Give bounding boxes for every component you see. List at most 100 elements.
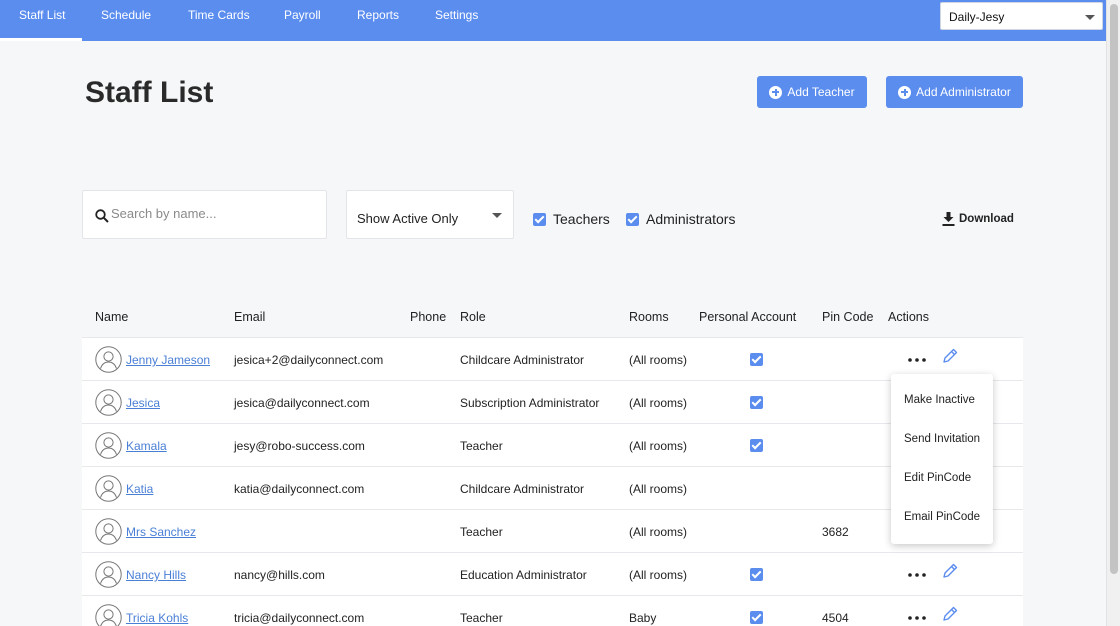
avatar-icon (95, 432, 122, 459)
administrators-checkbox-label: Administrators (646, 211, 736, 227)
staff-name-link[interactable]: Mrs Sanchez (126, 525, 196, 539)
teachers-checkbox[interactable] (533, 213, 546, 226)
staff-rooms: (All rooms) (629, 353, 688, 367)
avatar-icon (95, 389, 122, 416)
download-button[interactable]: Download (942, 211, 1014, 227)
download-label: Download (959, 213, 1014, 225)
avatar-icon (95, 346, 122, 373)
status-filter-value: Show Active Only (357, 211, 459, 226)
nav-settings[interactable]: Settings (435, 0, 478, 41)
download-icon (942, 212, 955, 226)
table-row: Jesica jesica@dailyconnect.com Subscriptio… (82, 381, 1023, 424)
col-rooms[interactable]: Rooms (629, 310, 669, 324)
nav-time-cards[interactable]: Time Cards (188, 0, 250, 41)
nav-staff-list[interactable]: Staff List (0, 0, 82, 41)
staff-email: jesica@dailyconnect.com (234, 396, 370, 410)
menu-edit-pincode[interactable]: Edit PinCode (904, 472, 971, 484)
staff-rooms: (All rooms) (629, 482, 688, 496)
status-filter-select[interactable]: Show Active Only (346, 190, 514, 239)
personal-account-checkbox[interactable] (750, 396, 763, 409)
avatar-icon (95, 518, 122, 545)
col-actions: Actions (888, 310, 929, 324)
staff-role: Subscription Administrator (460, 396, 600, 410)
col-phone[interactable]: Phone (410, 310, 446, 324)
page-title: Staff List (85, 76, 214, 109)
add-administrator-label: Add Administrator (916, 85, 1011, 99)
menu-email-pincode[interactable]: Email PinCode (904, 511, 980, 523)
staff-email: tricia@dailyconnect.com (234, 611, 365, 625)
staff-pin-code: 4504 (822, 611, 849, 625)
table-row: Jenny Jameson jesica+2@dailyconnect.com Ch… (82, 338, 1023, 381)
staff-name-link[interactable]: Katia (126, 482, 153, 496)
staff-rooms: Baby (629, 611, 657, 625)
more-options-icon[interactable] (908, 573, 926, 577)
nav-reports[interactable]: Reports (357, 0, 399, 41)
staff-rooms: (All rooms) (629, 525, 688, 539)
staff-rooms: (All rooms) (629, 439, 688, 453)
staff-name-link[interactable]: Jesica (126, 396, 160, 410)
staff-name-link[interactable]: Jenny Jameson (126, 353, 210, 367)
table-row: Katia katia@dailyconnect.com Childcare Adm… (82, 467, 1023, 510)
staff-name-link[interactable]: Tricia Kohls (126, 611, 188, 625)
plus-circle-icon (898, 85, 912, 99)
table-row: Mrs Sanchez Teacher (All rooms) 3682 (82, 510, 1023, 553)
staff-role: Childcare Administrator (460, 482, 585, 496)
account-select-value: Daily-Jesy (949, 10, 1005, 24)
administrators-checkbox[interactable] (626, 213, 639, 226)
more-options-icon[interactable] (908, 616, 926, 620)
table-row: Nancy Hills nancy@hills.com Education Admi… (82, 553, 1023, 596)
personal-account-checkbox[interactable] (750, 439, 763, 452)
staff-role: Teacher (460, 525, 503, 539)
staff-email: jesica+2@dailyconnect.com (234, 353, 384, 367)
staff-role: Education Administrator (460, 568, 587, 582)
teachers-checkbox-label: Teachers (553, 211, 610, 227)
edit-pencil-icon[interactable] (942, 563, 958, 579)
staff-email: katia@dailyconnect.com (234, 482, 365, 496)
col-personal-account[interactable]: Personal Account (699, 310, 796, 324)
search-input[interactable] (111, 206, 311, 221)
avatar-icon (95, 561, 122, 588)
personal-account-checkbox[interactable] (750, 568, 763, 581)
col-pin-code[interactable]: Pin Code (822, 310, 873, 324)
more-options-icon[interactable] (908, 358, 926, 362)
avatar-icon (95, 475, 122, 502)
plus-circle-icon (769, 85, 783, 99)
table-row: Tricia Kohls tricia@dailyconnect.com Teach… (82, 596, 1023, 626)
col-email[interactable]: Email (234, 310, 265, 324)
staff-role: Teacher (460, 439, 503, 453)
personal-account-checkbox[interactable] (750, 353, 763, 366)
chevron-down-icon (492, 213, 502, 218)
nav-schedule[interactable]: Schedule (101, 0, 151, 41)
search-box[interactable] (82, 190, 327, 239)
add-teacher-button[interactable]: Add Teacher (757, 76, 867, 108)
col-role[interactable]: Role (460, 310, 486, 324)
menu-make-inactive[interactable]: Make Inactive (904, 394, 975, 406)
staff-name-link[interactable]: Nancy Hills (126, 568, 186, 582)
staff-role: Childcare Administrator (460, 353, 585, 367)
chevron-down-icon (1085, 15, 1095, 20)
search-icon (95, 209, 109, 223)
add-administrator-button[interactable]: Add Administrator (886, 76, 1023, 108)
scrollbar-thumb[interactable] (1110, 4, 1118, 574)
staff-email: nancy@hills.com (234, 568, 325, 582)
row-actions-menu: Make Inactive Send Invitation Edit PinCo… (891, 374, 993, 544)
staff-name-link[interactable]: Kamala (126, 439, 167, 453)
nav-payroll[interactable]: Payroll (284, 0, 321, 41)
staff-role: Teacher (460, 611, 503, 625)
account-select[interactable]: Daily-Jesy (940, 2, 1103, 30)
add-teacher-label: Add Teacher (787, 85, 855, 99)
staff-rooms: (All rooms) (629, 568, 688, 582)
staff-email: jesy@robo-success.com (234, 439, 365, 453)
page-scrollbar[interactable] (1106, 0, 1120, 626)
edit-pencil-icon[interactable] (942, 348, 958, 364)
table-row: Kamala jesy@robo-success.com Teacher (All r… (82, 424, 1023, 467)
edit-pencil-icon[interactable] (942, 606, 958, 622)
personal-account-checkbox[interactable] (750, 611, 763, 624)
table-header: Name Email Phone Role Rooms Personal Acc… (82, 298, 1023, 338)
top-nav: Staff List Schedule Time Cards Payroll R… (0, 0, 1106, 41)
staff-rooms: (All rooms) (629, 396, 688, 410)
menu-send-invitation[interactable]: Send Invitation (904, 433, 980, 445)
avatar-icon (95, 604, 122, 626)
staff-table: Name Email Phone Role Rooms Personal Acc… (82, 298, 1023, 626)
col-name[interactable]: Name (95, 310, 128, 324)
